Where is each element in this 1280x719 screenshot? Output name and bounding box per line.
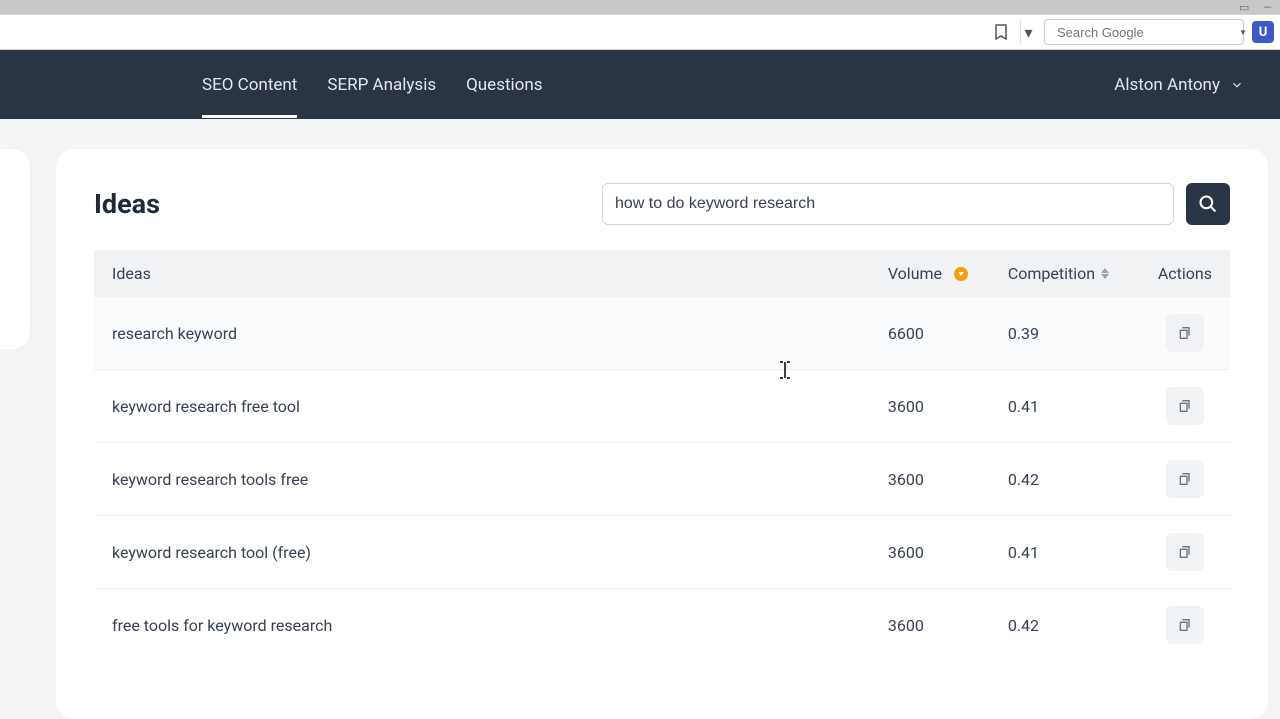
cell-idea: keyword research free tool bbox=[94, 370, 870, 443]
browser-toolbar: ▾ ▼ U bbox=[0, 14, 1280, 50]
cell-volume: 3600 bbox=[870, 516, 990, 589]
page-content: Ideas Ideas Volume bbox=[0, 119, 1280, 719]
cell-competition: 0.42 bbox=[990, 443, 1140, 516]
table-row: free tools for keyword research36000.42 bbox=[94, 589, 1230, 650]
browser-titlebar: ▭ — bbox=[0, 0, 1280, 14]
tab-questions[interactable]: Questions bbox=[466, 52, 542, 118]
user-menu[interactable]: Alston Antony bbox=[1114, 75, 1244, 95]
tab-serp-analysis[interactable]: SERP Analysis bbox=[327, 52, 436, 118]
ideas-card: Ideas Ideas Volume bbox=[56, 149, 1268, 719]
page-title: Ideas bbox=[94, 188, 160, 220]
search-icon bbox=[1198, 194, 1218, 214]
nav-tabs: SEO Content SERP Analysis Questions bbox=[202, 52, 543, 118]
cell-competition: 0.39 bbox=[990, 297, 1140, 370]
extension-icon[interactable]: U bbox=[1252, 21, 1274, 43]
table-row: keyword research tools free36000.42 bbox=[94, 443, 1230, 516]
adjacent-card-edge bbox=[0, 149, 30, 349]
chevron-down-icon bbox=[1230, 78, 1244, 92]
browser-search-input[interactable] bbox=[1057, 25, 1233, 40]
cell-volume: 3600 bbox=[870, 443, 990, 516]
app-header: SEO Content SERP Analysis Questions Alst… bbox=[0, 50, 1280, 119]
cell-competition: 0.41 bbox=[990, 370, 1140, 443]
copy-button[interactable] bbox=[1166, 606, 1204, 644]
column-actions: Actions bbox=[1140, 250, 1230, 297]
column-volume[interactable]: Volume bbox=[870, 250, 990, 297]
table-row: keyword research tool (free)36000.41 bbox=[94, 516, 1230, 589]
search-button[interactable] bbox=[1186, 183, 1230, 225]
chevron-down-icon[interactable]: ▼ bbox=[1239, 28, 1247, 37]
window-restore-icon[interactable]: ▭ bbox=[1239, 1, 1249, 14]
column-ideas[interactable]: Ideas bbox=[94, 250, 870, 297]
copy-button[interactable] bbox=[1166, 460, 1204, 498]
tab-seo-content[interactable]: SEO Content bbox=[202, 52, 297, 118]
table-row: research keyword66000.39 bbox=[94, 297, 1230, 370]
bookmark-dropdown[interactable]: ▾ bbox=[1020, 21, 1036, 43]
cell-competition: 0.42 bbox=[990, 589, 1140, 650]
browser-search-google[interactable]: ▼ bbox=[1044, 19, 1244, 45]
ideas-table: Ideas Volume Competition bbox=[94, 250, 1230, 649]
cell-volume: 6600 bbox=[870, 297, 990, 370]
copy-button[interactable] bbox=[1166, 387, 1204, 425]
window-minimize-icon[interactable]: — bbox=[1263, 1, 1272, 14]
cell-idea: keyword research tools free bbox=[94, 443, 870, 516]
keyword-search-input[interactable] bbox=[602, 183, 1174, 225]
sort-icon bbox=[1101, 268, 1109, 279]
user-name: Alston Antony bbox=[1114, 75, 1220, 95]
cell-volume: 3600 bbox=[870, 370, 990, 443]
cell-idea: research keyword bbox=[94, 297, 870, 370]
cell-idea: free tools for keyword research bbox=[94, 589, 870, 650]
cell-competition: 0.41 bbox=[990, 516, 1140, 589]
cell-volume: 3600 bbox=[870, 589, 990, 650]
column-competition[interactable]: Competition bbox=[990, 250, 1140, 297]
copy-button[interactable] bbox=[1166, 314, 1204, 352]
cell-idea: keyword research tool (free) bbox=[94, 516, 870, 589]
table-row: keyword research free tool36000.41 bbox=[94, 370, 1230, 443]
ideas-table-wrap[interactable]: Ideas Volume Competition bbox=[94, 249, 1230, 649]
bookmark-icon[interactable] bbox=[990, 21, 1012, 43]
copy-button[interactable] bbox=[1166, 533, 1204, 571]
sort-active-desc-icon bbox=[954, 267, 968, 281]
